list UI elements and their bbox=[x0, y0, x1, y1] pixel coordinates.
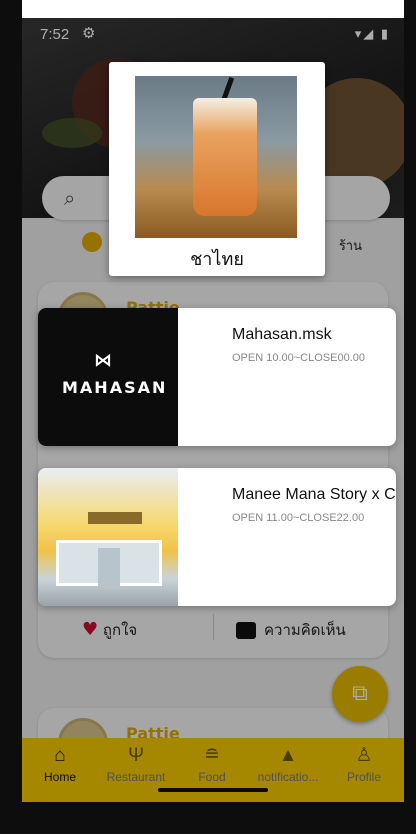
phone-frame: 7:52 ⚙ ▾◢ ▮ ⌕ ร้าน Pattie ♥ ถูกใจ ความคิ… bbox=[0, 0, 416, 834]
shop-logo-image: ⋈ MAHASAN bbox=[38, 308, 178, 446]
shop-hours: OPEN 10.00~CLOSE00.00 bbox=[232, 352, 365, 364]
shop-card[interactable]: Manee Mana Story x C OPEN 11.00~CLOSE22.… bbox=[38, 468, 396, 606]
menu-item-popup[interactable]: ชาไทย bbox=[109, 62, 325, 276]
app-screen: 7:52 ⚙ ▾◢ ▮ ⌕ ร้าน Pattie ♥ ถูกใจ ความคิ… bbox=[22, 18, 404, 802]
shop-door bbox=[98, 548, 120, 586]
mahasan-logo-icon: ⋈ bbox=[94, 350, 112, 371]
glass-image bbox=[193, 98, 257, 216]
popup-caption: ชาไทย bbox=[190, 249, 244, 270]
logo-text: MAHASAN bbox=[62, 378, 168, 397]
shop-name: Manee Mana Story x C bbox=[232, 486, 396, 503]
shop-sign bbox=[88, 512, 142, 524]
thai-tea-photo bbox=[135, 76, 297, 238]
frame-bottom bbox=[0, 802, 416, 834]
frame-top bbox=[0, 0, 416, 18]
shop-name: Mahasan.msk bbox=[232, 326, 332, 343]
shop-front-image bbox=[38, 468, 178, 606]
frame-right bbox=[404, 0, 416, 834]
shop-card[interactable]: ⋈ MAHASAN Mahasan.msk OPEN 10.00~CLOSE00… bbox=[38, 308, 396, 446]
shop-hours: OPEN 11.00~CLOSE22.00 bbox=[232, 512, 365, 524]
frame-left bbox=[0, 0, 22, 834]
